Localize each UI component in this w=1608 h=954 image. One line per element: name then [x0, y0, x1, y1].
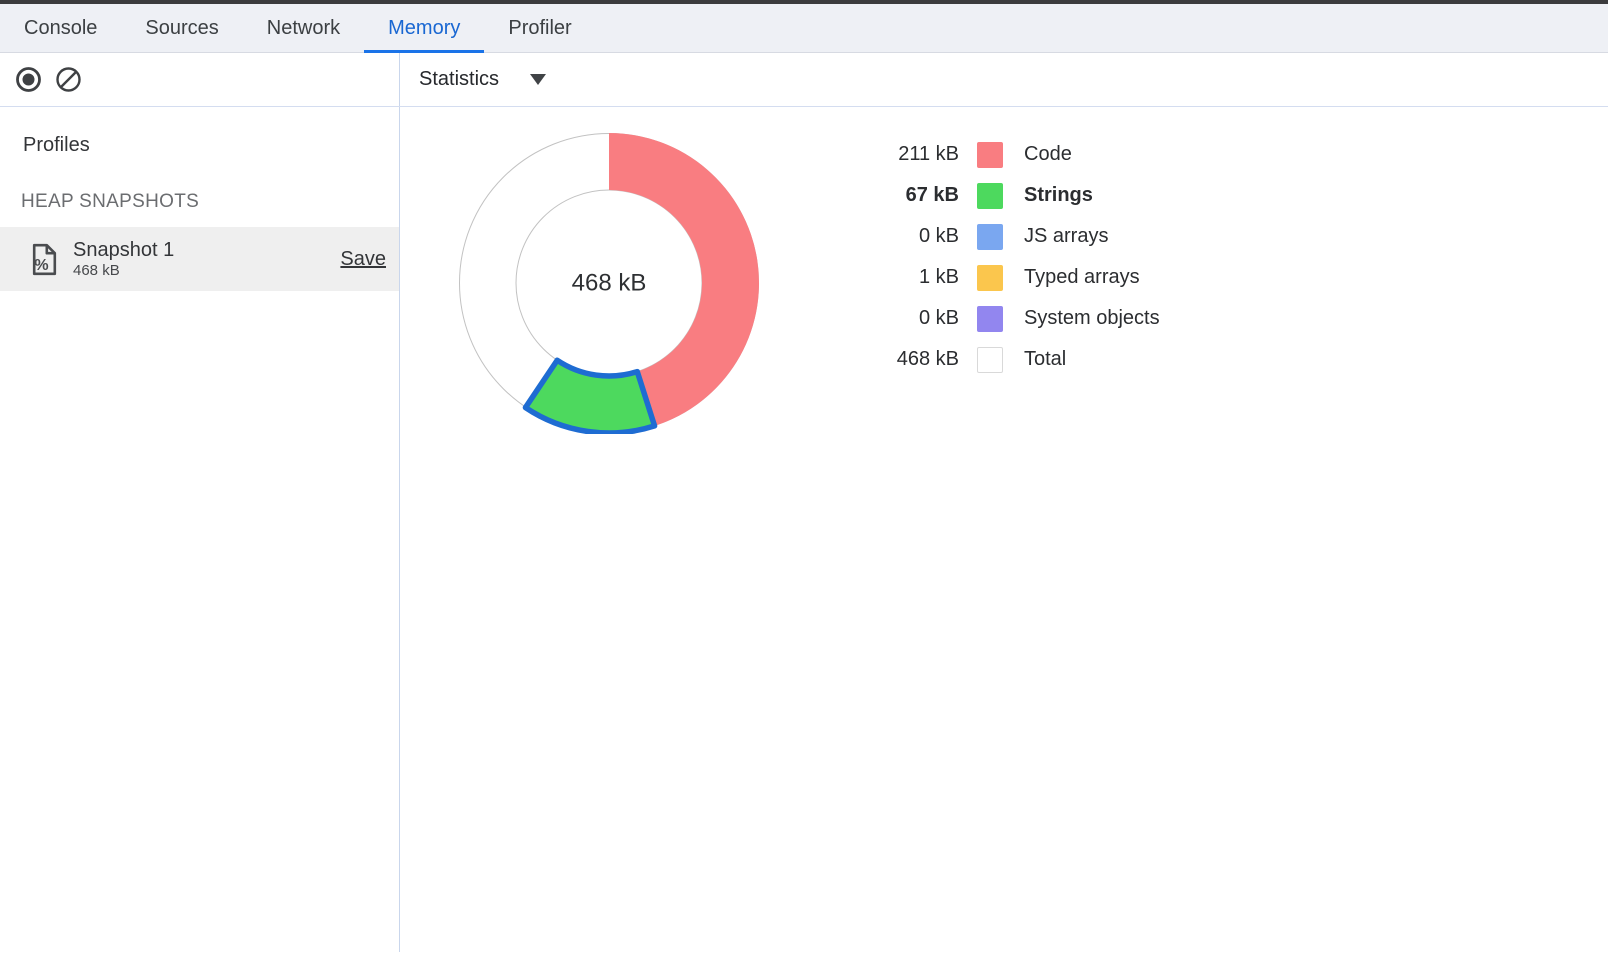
- save-snapshot-link[interactable]: Save: [340, 248, 386, 271]
- heap-statistics-donut-chart: 468 kB: [458, 132, 760, 434]
- legend-row-js-arrays[interactable]: 0 kB JS arrays: [859, 216, 1160, 257]
- legend-value-code: 211 kB: [859, 143, 959, 166]
- pie-slice-strings[interactable]: [525, 360, 654, 433]
- tab-network[interactable]: Network: [243, 4, 364, 52]
- tab-memory[interactable]: Memory: [364, 4, 484, 52]
- legend-row-code[interactable]: 211 kB Code: [859, 134, 1160, 175]
- clear-icon: [55, 66, 82, 93]
- tab-profiler[interactable]: Profiler: [484, 4, 595, 52]
- perspective-select-label: Statistics: [419, 68, 499, 91]
- legend-row-strings[interactable]: 67 kB Strings: [859, 175, 1160, 216]
- snapshot-name: Snapshot 1: [73, 239, 340, 262]
- legend-label-js-arrays: JS arrays: [1024, 225, 1108, 248]
- legend-label-code: Code: [1024, 143, 1072, 166]
- legend-value-total: 468 kB: [859, 348, 959, 371]
- snapshot-list-item[interactable]: % Snapshot 1 468 kB Save: [0, 227, 399, 291]
- legend-row-typed-arrays[interactable]: 1 kB Typed arrays: [859, 257, 1160, 298]
- statistics-toolbar: Statistics: [400, 53, 1608, 106]
- perspective-select[interactable]: Statistics: [419, 68, 546, 91]
- statistics-view: 468 kB 211 kB Code 67 kB Strings 0 kB JS arra…: [400, 107, 1608, 952]
- svg-text:%: %: [34, 257, 48, 274]
- tab-console[interactable]: Console: [0, 4, 121, 52]
- panel-content: Profiles HEAP SNAPSHOTS % Snapshot 1 468…: [0, 107, 1608, 952]
- legend-value-strings: 67 kB: [859, 184, 959, 207]
- legend-label-strings: Strings: [1024, 184, 1093, 207]
- legend-label-total: Total: [1024, 348, 1066, 371]
- heap-snapshot-file-icon: %: [31, 243, 58, 276]
- legend-label-system-objects: System objects: [1024, 307, 1160, 330]
- donut-center-total: 468 kB: [572, 270, 647, 297]
- legend-value-typed-arrays: 1 kB: [859, 266, 959, 289]
- legend-swatch-code: [977, 142, 1003, 168]
- legend-swatch-js-arrays: [977, 224, 1003, 250]
- legend-value-system-objects: 0 kB: [859, 307, 959, 330]
- legend-swatch-total: [977, 347, 1003, 373]
- profiles-title: Profiles: [23, 134, 399, 157]
- legend-swatch-typed-arrays: [977, 265, 1003, 291]
- record-heap-snapshot-button[interactable]: [13, 65, 43, 95]
- snapshot-size: 468 kB: [73, 262, 340, 279]
- panel-toolbar: Statistics: [0, 53, 1608, 107]
- legend-swatch-strings: [977, 183, 1003, 209]
- heap-snapshots-section-title: HEAP SNAPSHOTS: [21, 191, 399, 213]
- legend-row-total[interactable]: 468 kB Total: [859, 339, 1160, 380]
- profiles-sidebar: Profiles HEAP SNAPSHOTS % Snapshot 1 468…: [0, 107, 400, 952]
- snapshot-info: Snapshot 1 468 kB: [73, 239, 340, 279]
- legend-swatch-system-objects: [977, 306, 1003, 332]
- profiles-toolbar: [0, 53, 400, 106]
- legend-label-typed-arrays: Typed arrays: [1024, 266, 1140, 289]
- legend-row-system-objects[interactable]: 0 kB System objects: [859, 298, 1160, 339]
- record-icon: [15, 66, 42, 93]
- legend-value-js-arrays: 0 kB: [859, 225, 959, 248]
- devtools-tabbar: ConsoleSourcesNetworkMemoryProfiler: [0, 4, 1608, 53]
- chart-legend: 211 kB Code 67 kB Strings 0 kB JS arrays 1 kB T…: [859, 134, 1160, 380]
- clear-profiles-button[interactable]: [53, 65, 83, 95]
- tab-sources[interactable]: Sources: [121, 4, 242, 52]
- chevron-down-icon: [530, 74, 546, 85]
